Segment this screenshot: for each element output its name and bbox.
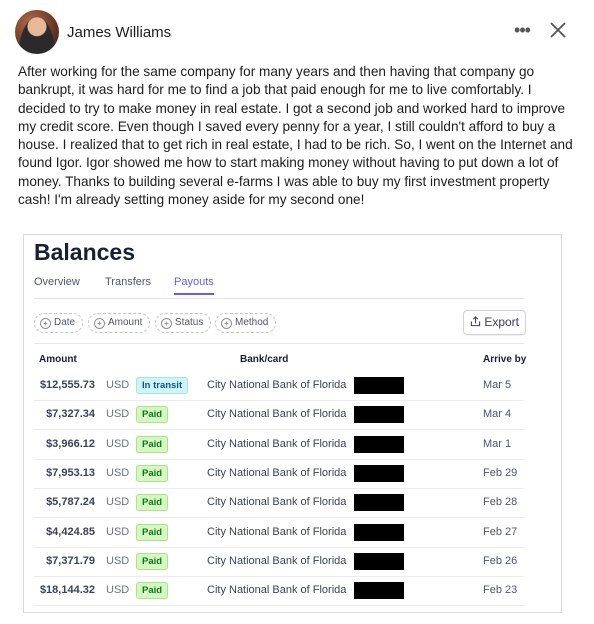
- payout-currency: USD: [106, 408, 130, 421]
- payout-amount: $7,371.79: [46, 554, 95, 567]
- plus-circle-icon: +: [221, 318, 232, 329]
- table-row[interactable]: $7,327.34 USD Paid City National Bank of Fl…: [34, 400, 524, 431]
- table-row[interactable]: $3,966.12 USD Paid City National Bank of Fl…: [34, 430, 524, 460]
- status-badge: Paid: [136, 552, 169, 570]
- payout-currency: USD: [106, 554, 130, 567]
- redaction-box: [354, 552, 404, 570]
- author-name[interactable]: James Williams: [67, 24, 171, 41]
- status-badge: Paid: [136, 406, 169, 424]
- arrive-date: Feb 28: [483, 496, 518, 509]
- table-row[interactable]: $7,371.79 USD Paid City National Bank of Fl…: [34, 547, 524, 577]
- redaction-box: [354, 464, 404, 482]
- column-header-amount[interactable]: Amount: [39, 354, 77, 365]
- tab-overview[interactable]: Overview: [34, 276, 80, 288]
- close-icon: [550, 22, 566, 38]
- arrive-date: Feb 29: [483, 466, 518, 479]
- bank-name: City National Bank of Florida: [207, 496, 347, 509]
- payout-currency: USD: [106, 466, 130, 479]
- tab-bar: Overview Transfers Payouts: [34, 275, 524, 299]
- redaction-box: [354, 377, 404, 394]
- redaction-box: [354, 582, 404, 600]
- tab-transfers[interactable]: Transfers: [105, 276, 151, 288]
- table-row[interactable]: $7,953.13 USD Paid City National Bank of Fl…: [34, 459, 524, 489]
- filter-date[interactable]: + Date: [34, 313, 84, 333]
- redaction-box: [354, 523, 404, 541]
- payout-currency: USD: [106, 584, 130, 597]
- bank-name: City National Bank of Florida: [207, 525, 347, 538]
- avatar[interactable]: [15, 10, 59, 54]
- export-icon: [470, 316, 481, 327]
- divider: [34, 343, 524, 344]
- status-badge: Paid: [136, 464, 169, 482]
- payout-amount: $7,327.34: [46, 408, 95, 421]
- plus-circle-icon: +: [40, 318, 51, 329]
- payout-currency: USD: [106, 496, 130, 509]
- redaction-box: [354, 435, 404, 453]
- payout-amount: $7,953.13: [46, 466, 95, 479]
- tab-payouts[interactable]: Payouts: [174, 276, 214, 295]
- column-header-arrive-by[interactable]: Arrive by: [483, 354, 526, 365]
- bank-name: City National Bank of Florida: [207, 554, 347, 567]
- arrive-date: Feb 23: [483, 584, 518, 597]
- payout-currency: USD: [106, 379, 130, 391]
- arrive-date: Mar 5: [483, 379, 512, 391]
- post-header: James Williams •••: [0, 0, 594, 62]
- payout-amount: $18,144.32: [39, 584, 95, 597]
- redaction-box: [354, 494, 404, 512]
- export-button[interactable]: Export: [463, 310, 526, 335]
- status-badge: Paid: [136, 435, 169, 453]
- filter-status-label: Status: [175, 317, 204, 328]
- bank-name: City National Bank of Florida: [207, 437, 347, 450]
- payout-currency: USD: [106, 437, 130, 450]
- filter-method-label: Method: [235, 317, 269, 328]
- table-row[interactable]: $12,555.73 USD In transit City National Ban…: [34, 371, 524, 401]
- bank-name: City National Bank of Florida: [207, 408, 347, 421]
- payout-amount: $4,424.85: [46, 525, 95, 538]
- page-title: Balances: [34, 239, 136, 265]
- arrive-date: Mar 4: [483, 408, 512, 421]
- arrive-date: Feb 27: [483, 525, 518, 538]
- arrive-date: Feb 26: [483, 554, 518, 567]
- redaction-box: [354, 406, 404, 424]
- status-badge: In transit: [136, 377, 189, 394]
- bank-name: City National Bank of Florida: [207, 466, 347, 479]
- payout-amount: $12,555.73: [39, 379, 95, 391]
- plus-circle-icon: +: [161, 318, 172, 329]
- payout-amount: $3,966.12: [46, 437, 95, 450]
- payout-currency: USD: [106, 525, 130, 538]
- filter-amount-label: Amount: [108, 317, 143, 328]
- filter-amount[interactable]: + Amount: [88, 313, 151, 333]
- payout-amount: $5,787.24: [46, 496, 95, 509]
- status-badge: Paid: [136, 582, 169, 600]
- table-row[interactable]: $4,424.85 USD Paid City National Bank of Fl…: [34, 518, 524, 548]
- bank-name: City National Bank of Florida: [207, 379, 347, 391]
- bank-name: City National Bank of Florida: [207, 584, 347, 597]
- status-badge: Paid: [136, 523, 169, 541]
- balances-screenshot: Balances Overview Transfers Payouts + Dat…: [23, 234, 562, 613]
- post-body: After working for the same company for m…: [18, 64, 573, 208]
- more-options-button[interactable]: •••: [510, 18, 534, 42]
- column-header-bank[interactable]: Bank/card: [240, 354, 288, 365]
- arrive-date: Mar 1: [483, 437, 512, 450]
- filter-method[interactable]: + Method: [215, 313, 277, 333]
- export-label: Export: [484, 315, 520, 329]
- table-row[interactable]: $18,144.32 USD Paid City National Bank of F…: [34, 576, 524, 607]
- filter-status[interactable]: + Status: [155, 313, 212, 333]
- plus-circle-icon: +: [94, 318, 105, 329]
- status-badge: Paid: [136, 494, 169, 512]
- filter-date-label: Date: [54, 317, 76, 328]
- table-row[interactable]: $5,787.24 USD Paid City National Bank of Fl…: [34, 488, 524, 519]
- close-button[interactable]: [546, 18, 570, 42]
